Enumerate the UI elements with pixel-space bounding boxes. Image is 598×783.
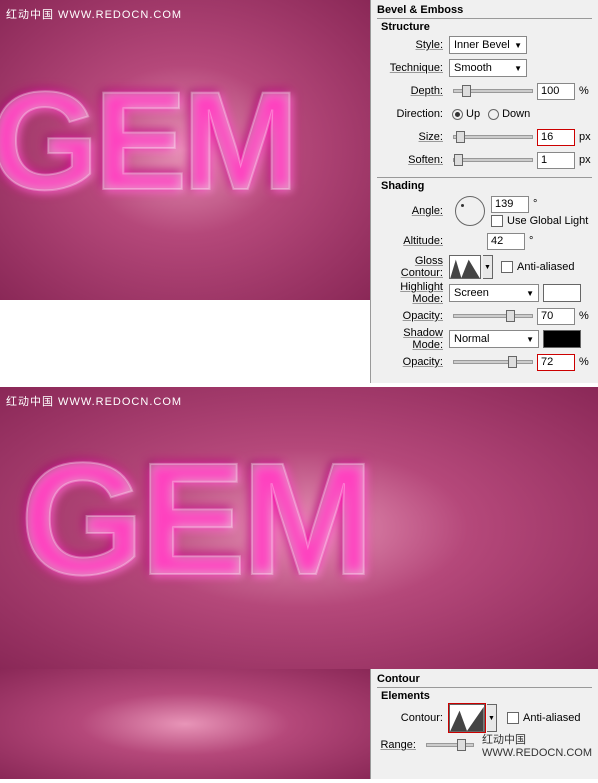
contour-label: Contour: bbox=[377, 712, 449, 724]
depth-input[interactable] bbox=[537, 83, 575, 100]
altitude-unit: ° bbox=[529, 235, 533, 247]
angle-unit: ° bbox=[533, 198, 537, 210]
contour-panel: Contour Elements Contour: ▼ Anti-aliased… bbox=[370, 669, 598, 779]
preview-bottom bbox=[0, 669, 370, 779]
angle-input[interactable] bbox=[491, 196, 529, 213]
contour-title: Contour bbox=[377, 673, 592, 685]
shadow-mode-value: Normal bbox=[454, 333, 489, 345]
depth-unit: % bbox=[579, 85, 589, 97]
contour-dropdown[interactable]: ▼ bbox=[487, 704, 497, 732]
size-input[interactable] bbox=[537, 129, 575, 146]
highlight-opacity-unit: % bbox=[579, 310, 589, 322]
watermark-bottom: 红动中国 WWW.REDOCN.COM bbox=[482, 731, 592, 759]
soften-slider[interactable] bbox=[453, 158, 533, 162]
highlight-color-swatch[interactable] bbox=[543, 284, 581, 302]
bevel-emboss-panel: Bevel & Emboss Structure Style: Inner Be… bbox=[370, 0, 598, 383]
global-light-label: Use Global Light bbox=[507, 215, 588, 227]
gem-text-middle: GEM bbox=[20, 427, 369, 611]
contour-antialiased-checkbox[interactable] bbox=[507, 712, 519, 724]
up-label: Up bbox=[466, 108, 480, 120]
down-label: Down bbox=[502, 108, 530, 120]
highlight-mode-label: Highlight Mode: bbox=[377, 281, 449, 305]
highlight-mode-select[interactable]: Screen ▼ bbox=[449, 284, 539, 302]
preview-top: 红动中国 WWW.REDOCN.COM GEM bbox=[0, 0, 370, 300]
gloss-contour-dropdown[interactable]: ▼ bbox=[483, 255, 493, 279]
contour-antialiased-label: Anti-aliased bbox=[523, 712, 580, 724]
depth-label: Depth: bbox=[377, 85, 449, 97]
direction-down-radio[interactable] bbox=[488, 109, 499, 120]
range-slider[interactable] bbox=[426, 743, 474, 747]
highlight-mode-value: Screen bbox=[454, 287, 489, 299]
depth-slider[interactable] bbox=[453, 89, 533, 93]
shading-legend: Shading bbox=[377, 180, 428, 192]
structure-legend: Structure bbox=[377, 21, 434, 33]
angle-label: Angle: bbox=[377, 205, 449, 217]
angle-dial[interactable] bbox=[455, 196, 485, 226]
soften-label: Soften: bbox=[377, 154, 449, 166]
shadow-color-swatch[interactable] bbox=[543, 330, 581, 348]
watermark-text: 红动中国 WWW.REDOCN.COM bbox=[6, 393, 182, 409]
technique-select[interactable]: Smooth ▼ bbox=[449, 59, 527, 77]
technique-value: Smooth bbox=[454, 62, 492, 74]
highlight-opacity-label: Opacity: bbox=[377, 310, 449, 322]
size-unit: px bbox=[579, 131, 591, 143]
highlight-opacity-input[interactable] bbox=[537, 308, 575, 325]
altitude-input[interactable] bbox=[487, 233, 525, 250]
highlight-opacity-slider[interactable] bbox=[453, 314, 533, 318]
gloss-antialiased-checkbox[interactable] bbox=[501, 261, 513, 273]
size-slider[interactable] bbox=[453, 135, 533, 139]
soften-input[interactable] bbox=[537, 152, 575, 169]
preview-middle: 红动中国 WWW.REDOCN.COM GEM bbox=[0, 387, 598, 669]
direction-label: Direction: bbox=[377, 108, 449, 120]
structure-fieldset: Structure Style: Inner Bevel ▼ Technique… bbox=[377, 18, 592, 171]
shadow-opacity-unit: % bbox=[579, 356, 589, 368]
watermark-text: 红动中国 WWW.REDOCN.COM bbox=[6, 6, 182, 22]
shading-fieldset: Shading Angle: ° Use Global Light Altitu bbox=[377, 177, 592, 373]
shadow-mode-select[interactable]: Normal ▼ bbox=[449, 330, 539, 348]
direction-up-radio[interactable] bbox=[452, 109, 463, 120]
dropdown-arrow-icon: ▼ bbox=[526, 335, 534, 344]
gloss-contour-label: Gloss Contour: bbox=[377, 255, 449, 279]
shadow-opacity-input[interactable] bbox=[537, 354, 575, 371]
shadow-opacity-slider[interactable] bbox=[453, 360, 533, 364]
style-label: Style: bbox=[377, 39, 449, 51]
gem-text-top: GEM bbox=[0, 60, 294, 222]
global-light-checkbox[interactable] bbox=[491, 215, 503, 227]
soften-unit: px bbox=[579, 154, 591, 166]
range-label: Range: bbox=[377, 739, 422, 751]
gloss-antialiased-label: Anti-aliased bbox=[517, 261, 574, 273]
size-label: Size: bbox=[377, 131, 449, 143]
style-value: Inner Bevel bbox=[454, 39, 510, 51]
dropdown-arrow-icon: ▼ bbox=[514, 41, 522, 50]
technique-label: Technique: bbox=[377, 62, 449, 74]
elements-legend: Elements bbox=[377, 690, 434, 702]
dropdown-arrow-icon: ▼ bbox=[514, 64, 522, 73]
elements-fieldset: Elements Contour: ▼ Anti-aliased Range: … bbox=[377, 687, 592, 756]
altitude-label: Altitude: bbox=[377, 235, 449, 247]
shadow-mode-label: Shadow Mode: bbox=[377, 327, 449, 351]
style-select[interactable]: Inner Bevel ▼ bbox=[449, 36, 527, 54]
gloss-contour-thumb[interactable] bbox=[449, 255, 481, 279]
shadow-opacity-label: Opacity: bbox=[377, 356, 449, 368]
contour-thumb[interactable] bbox=[449, 704, 485, 732]
dropdown-arrow-icon: ▼ bbox=[526, 289, 534, 298]
panel-title: Bevel & Emboss bbox=[377, 4, 592, 16]
